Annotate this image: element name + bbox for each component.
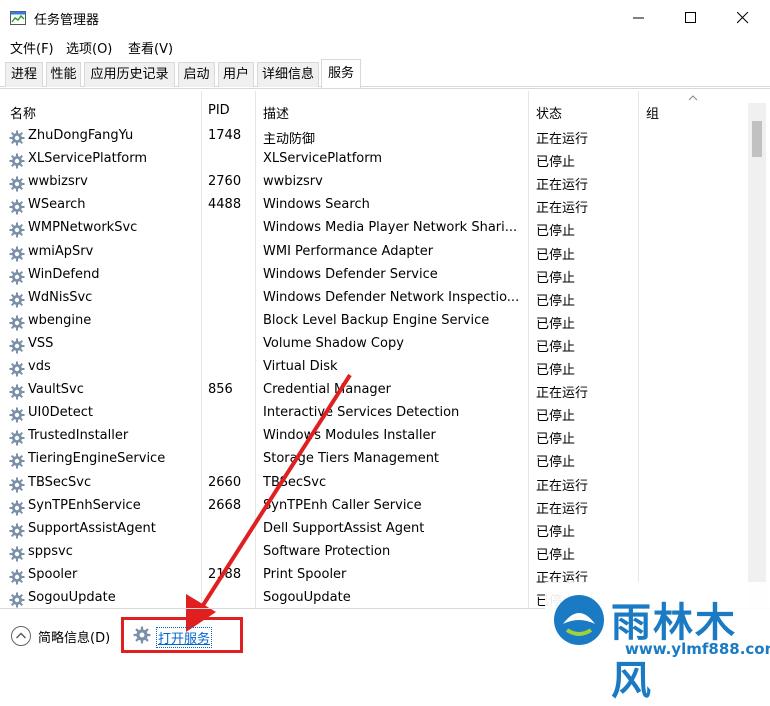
fewer-details-link[interactable]: 简略信息(D) bbox=[38, 627, 110, 646]
annotation-arrow bbox=[186, 373, 352, 632]
watermark: 雨林木风 www.ylmf888.com bbox=[545, 582, 770, 704]
watermark-url: www.ylmf888.com bbox=[625, 640, 770, 658]
highlight-box bbox=[121, 617, 243, 653]
brand-logo-icon bbox=[554, 595, 604, 645]
chevron-up-circle-icon[interactable] bbox=[10, 625, 32, 647]
